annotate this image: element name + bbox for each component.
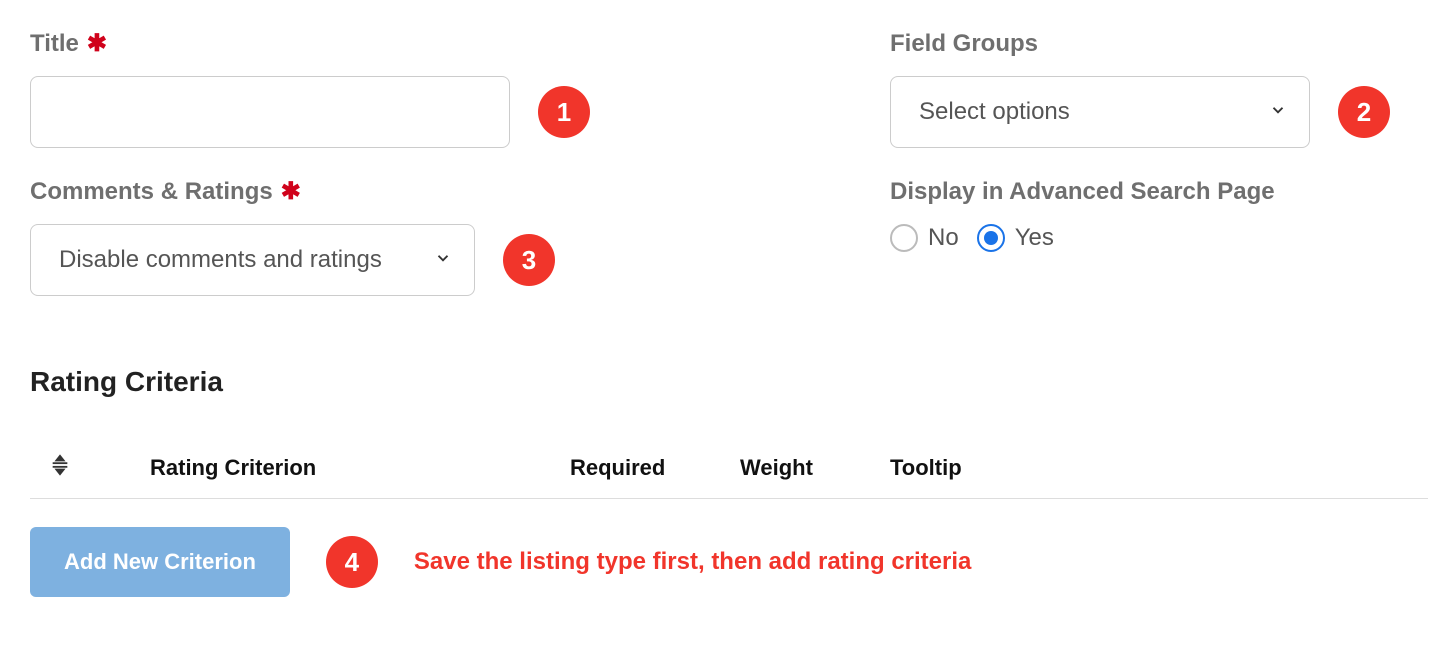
radio-label-no: No: [928, 224, 959, 252]
field-groups-selected: Select options: [919, 98, 1070, 126]
display-search-radio-yes[interactable]: Yes: [977, 224, 1054, 252]
chevron-down-icon: [1269, 98, 1287, 126]
required-icon: ✱: [87, 32, 107, 56]
rating-help-text: Save the listing type first, then add ra…: [414, 548, 971, 576]
display-search-label-text: Display in Advanced Search Page: [890, 178, 1275, 206]
field-groups-select[interactable]: Select options: [890, 76, 1310, 148]
title-label-text: Title: [30, 30, 79, 58]
column-header-tooltip: Tooltip: [890, 455, 990, 481]
comments-ratings-selected: Disable comments and ratings: [59, 246, 382, 274]
rating-criteria-table-header: Rating Criterion Required Weight Tooltip: [30, 438, 1428, 499]
radio-checked-icon: [977, 224, 1005, 252]
comments-ratings-select[interactable]: Disable comments and ratings: [30, 224, 475, 296]
chevron-down-icon: [434, 246, 452, 274]
field-groups-label-text: Field Groups: [890, 30, 1038, 58]
display-search-field-group: Display in Advanced Search Page No Yes: [890, 178, 1390, 296]
title-input[interactable]: [30, 76, 510, 148]
field-groups-label: Field Groups: [890, 30, 1390, 58]
column-header-required: Required: [570, 455, 680, 481]
required-icon: ✱: [281, 180, 301, 204]
radio-icon: [890, 224, 918, 252]
column-header-criterion: Rating Criterion: [150, 455, 510, 481]
add-new-criterion-button[interactable]: Add New Criterion: [30, 527, 290, 597]
display-search-radio-no[interactable]: No: [890, 224, 959, 252]
field-groups-field-group: Field Groups Select options 2: [890, 30, 1390, 148]
radio-label-yes: Yes: [1015, 224, 1054, 252]
rating-criteria-heading: Rating Criteria: [30, 366, 1428, 398]
display-search-label: Display in Advanced Search Page: [890, 178, 1390, 206]
annotation-badge-2: 2: [1338, 86, 1390, 138]
comments-ratings-label: Comments & Ratings ✱: [30, 178, 590, 206]
title-label: Title ✱: [30, 30, 590, 58]
column-header-weight: Weight: [740, 455, 830, 481]
comments-ratings-field-group: Comments & Ratings ✱ Disable comments an…: [30, 178, 590, 296]
title-field-group: Title ✱ 1: [30, 30, 590, 148]
sort-icon: [49, 454, 71, 482]
comments-ratings-label-text: Comments & Ratings: [30, 178, 273, 206]
annotation-badge-4: 4: [326, 536, 378, 588]
annotation-badge-1: 1: [538, 86, 590, 138]
annotation-badge-3: 3: [503, 234, 555, 286]
sort-column-header: [30, 454, 90, 482]
